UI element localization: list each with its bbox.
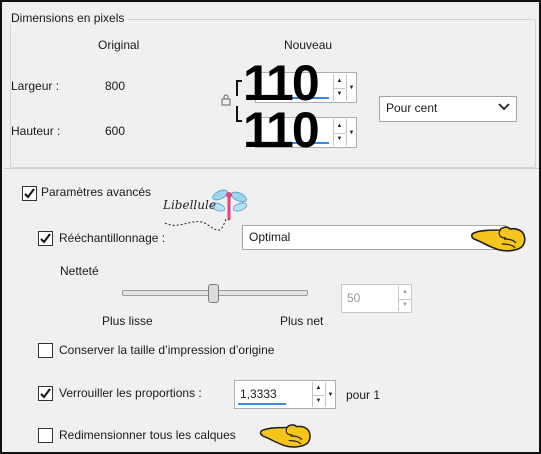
sharpness-value: 50: [347, 291, 361, 305]
advanced-settings-checkbox[interactable]: [22, 186, 37, 201]
checkmark-icon: [24, 188, 35, 199]
height-up-arrow-icon[interactable]: ▲: [334, 119, 345, 134]
ratio-value: 1,3333: [240, 387, 277, 401]
libellule-watermark: Libellule: [160, 189, 250, 233]
height-down-arrow-icon[interactable]: ▼: [334, 133, 345, 147]
ratio-dropdown-arrow-icon[interactable]: ▼: [325, 382, 335, 407]
height-original-value: 600: [105, 124, 126, 138]
checkmark-icon: [40, 233, 51, 244]
ratio-spin-arrows[interactable]: ▲ ▼: [312, 382, 324, 407]
lock-icon[interactable]: [221, 94, 231, 106]
resize-all-layers-label: Redimensionner tous les calques: [59, 428, 236, 442]
pointing-hand-icon: [259, 424, 311, 448]
sharpness-label: Netteté: [60, 264, 99, 278]
sharpness-up-arrow-icon[interactable]: ▲: [399, 286, 411, 300]
ratio-input-underline: [238, 403, 286, 405]
lock-ratio-checkbox[interactable]: [38, 386, 53, 401]
resize-all-layers-checkbox[interactable]: [38, 428, 53, 443]
unit-select[interactable]: Pour cent: [379, 96, 517, 122]
advanced-settings-label: Paramètres avancés: [41, 185, 152, 199]
slider-max-label: Plus net: [280, 314, 324, 328]
width-label: Largeur :: [11, 79, 60, 93]
chevron-down-icon: [498, 103, 510, 111]
height-new-value: 110: [243, 102, 320, 158]
sharpness-slider-thumb[interactable]: [208, 284, 219, 303]
resample-label: Rééchantillonnage :: [59, 231, 166, 245]
pixel-dimensions-title: Dimensions en pixels: [8, 11, 128, 25]
sharpness-down-arrow-icon[interactable]: ▼: [399, 299, 411, 312]
slider-min-label: Plus lisse: [102, 314, 153, 328]
original-column-header: Original: [98, 38, 140, 52]
lock-ratio-label: Verrouiller les proportions :: [59, 386, 202, 400]
height-spin-arrows[interactable]: ▲ ▼: [333, 119, 345, 146]
checkmark-icon: [40, 388, 51, 399]
section-separator: [4, 168, 539, 169]
keep-print-size-label: Conserver la taille d’impression d’origi…: [59, 343, 275, 357]
ratio-down-arrow-icon[interactable]: ▼: [313, 395, 324, 408]
unit-select-value: Pour cent: [386, 101, 438, 115]
ratio-suffix: pour 1: [346, 388, 381, 402]
libellule-text: Libellule: [163, 198, 216, 212]
resample-method-value: Optimal: [249, 230, 291, 244]
width-new-value: 110: [243, 55, 320, 111]
pointing-hand-icon: [470, 226, 526, 252]
sharpness-input[interactable]: 50 ▲ ▼: [341, 284, 412, 313]
keep-print-size-checkbox[interactable]: [38, 343, 53, 358]
width-down-arrow-icon[interactable]: ▼: [334, 88, 345, 102]
resize-dialog: Dimensions en pixels Original Nouveau La…: [0, 0, 541, 454]
height-label: Hauteur :: [11, 124, 61, 138]
width-spin-arrows[interactable]: ▲ ▼: [333, 74, 345, 101]
width-original-value: 800: [105, 79, 126, 93]
new-column-header: Nouveau: [284, 38, 333, 52]
sharpness-spin-arrows[interactable]: ▲ ▼: [398, 286, 411, 311]
width-up-arrow-icon[interactable]: ▲: [334, 74, 345, 89]
ratio-input[interactable]: 1,3333 ▲ ▼ ▼: [234, 380, 336, 409]
ratio-up-arrow-icon[interactable]: ▲: [313, 382, 324, 396]
width-dropdown-arrow-icon[interactable]: ▼: [346, 74, 356, 101]
height-dropdown-arrow-icon[interactable]: ▼: [346, 119, 356, 146]
resample-checkbox[interactable]: [38, 231, 53, 246]
resample-method-select[interactable]: Optimal: [242, 225, 506, 250]
